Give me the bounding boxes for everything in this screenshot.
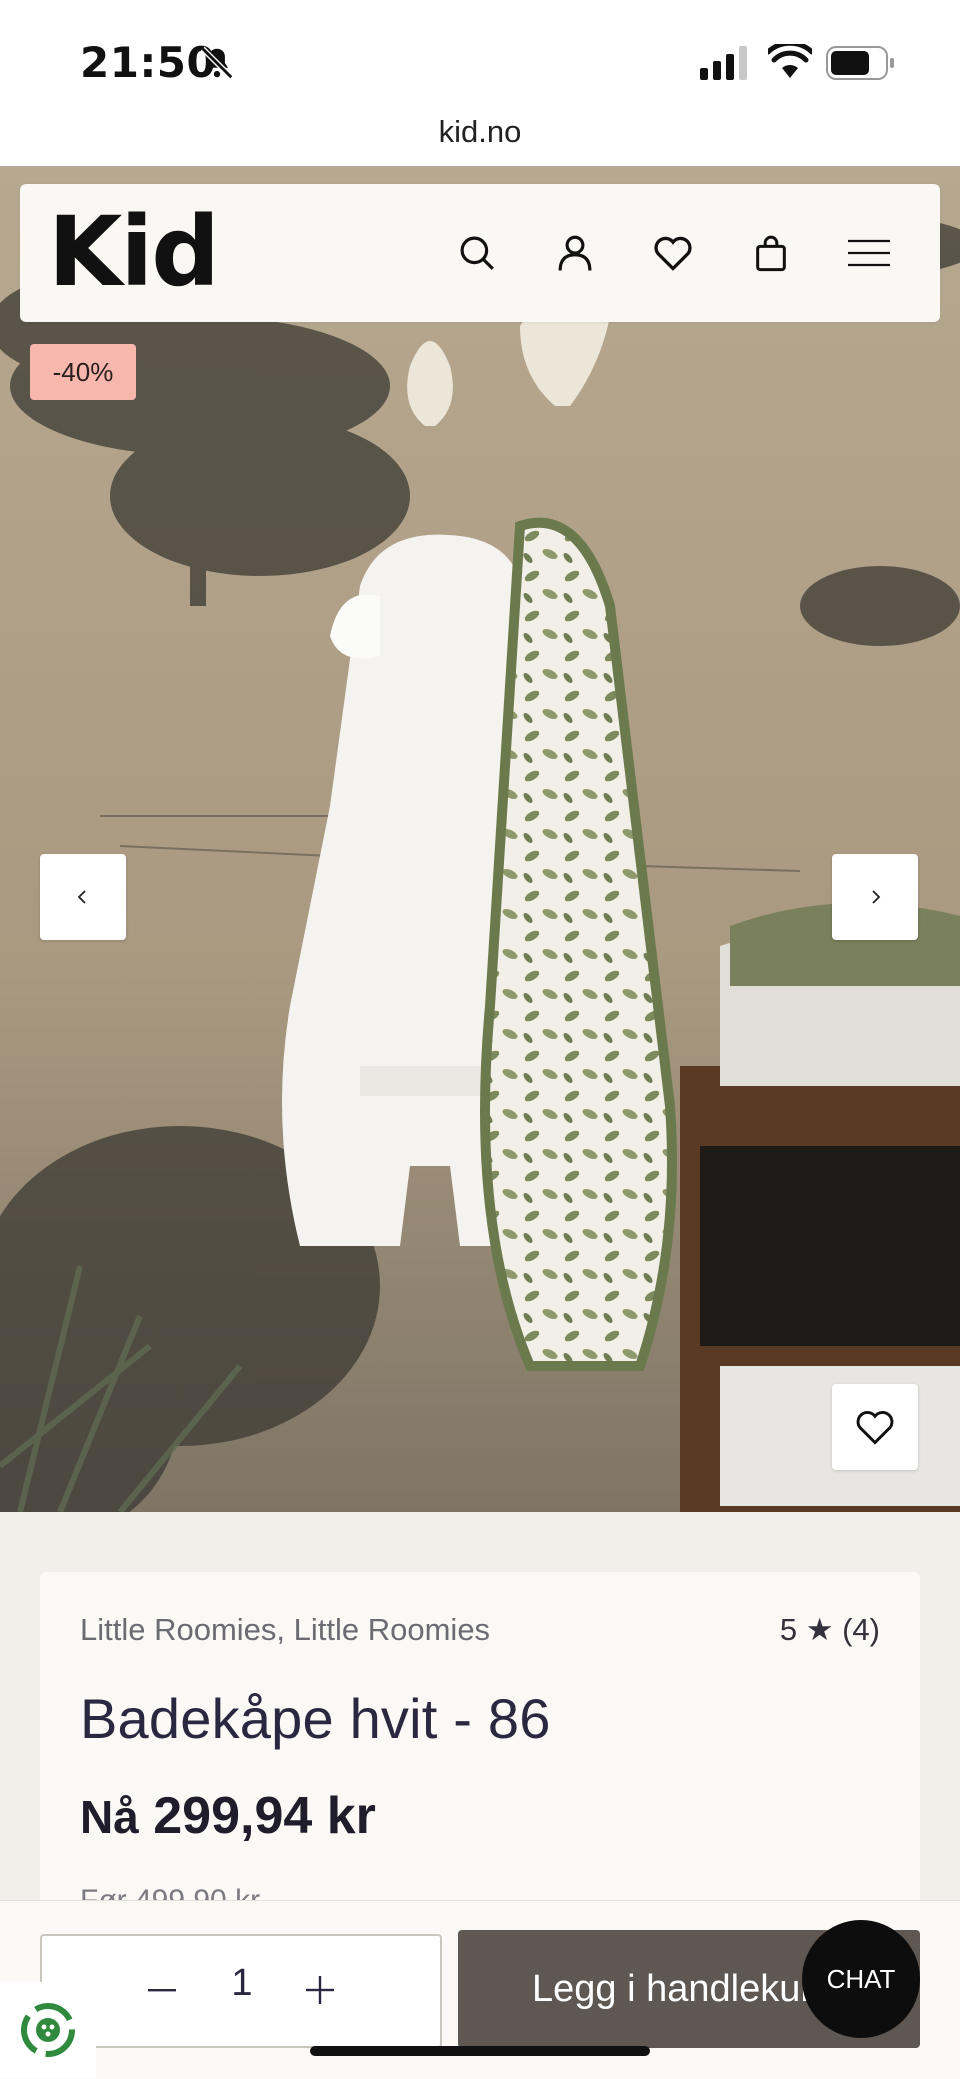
- carousel-prev-button[interactable]: [40, 854, 126, 940]
- chat-button[interactable]: CHAT: [802, 1920, 920, 2038]
- site-header: Kid: [20, 184, 940, 322]
- heart-icon: [856, 1411, 894, 1445]
- price-now-value: 299,94 kr: [153, 1787, 376, 1845]
- quantity-increase-button[interactable]: [290, 1960, 350, 2020]
- product-title: Badekåpe hvit - 86: [80, 1687, 551, 1750]
- chevron-left-icon: [77, 890, 86, 904]
- price-now-label: Nå: [80, 1791, 139, 1843]
- quantity-decrease-button[interactable]: [132, 1960, 192, 2020]
- account-icon[interactable]: [548, 226, 602, 280]
- site-logo[interactable]: Kid: [48, 202, 220, 302]
- product-photo: [0, 166, 960, 1512]
- price-current: Nå 299,94 kr: [80, 1786, 376, 1846]
- discount-badge: -40%: [30, 344, 136, 400]
- product-image[interactable]: [0, 166, 960, 1512]
- battery-icon: [826, 46, 894, 80]
- product-rating[interactable]: 5 ★ (4): [780, 1612, 880, 1648]
- bell-off-icon: [200, 46, 234, 80]
- quantity-stepper: 1: [40, 1934, 442, 2048]
- bag-icon[interactable]: [744, 226, 798, 280]
- home-indicator: [310, 2046, 650, 2056]
- eco-badge[interactable]: [0, 1982, 96, 2078]
- add-to-wishlist-button[interactable]: [832, 1384, 918, 1470]
- minus-icon: [148, 1989, 176, 1992]
- search-icon[interactable]: [450, 226, 504, 280]
- quantity-value[interactable]: 1: [212, 1962, 272, 2005]
- signal-icon: [700, 46, 747, 80]
- chevron-right-icon: [872, 890, 881, 904]
- heart-icon[interactable]: [646, 226, 700, 280]
- recycle-icon: [21, 2003, 75, 2057]
- browser-url[interactable]: kid.no: [0, 114, 960, 150]
- menu-icon[interactable]: [842, 226, 896, 280]
- product-brand[interactable]: Little Roomies, Little Roomies: [80, 1612, 490, 1648]
- status-time: 21:50: [80, 38, 217, 87]
- plus-icon: [306, 1976, 334, 2004]
- wifi-icon: [768, 44, 812, 78]
- carousel-next-button[interactable]: [832, 854, 918, 940]
